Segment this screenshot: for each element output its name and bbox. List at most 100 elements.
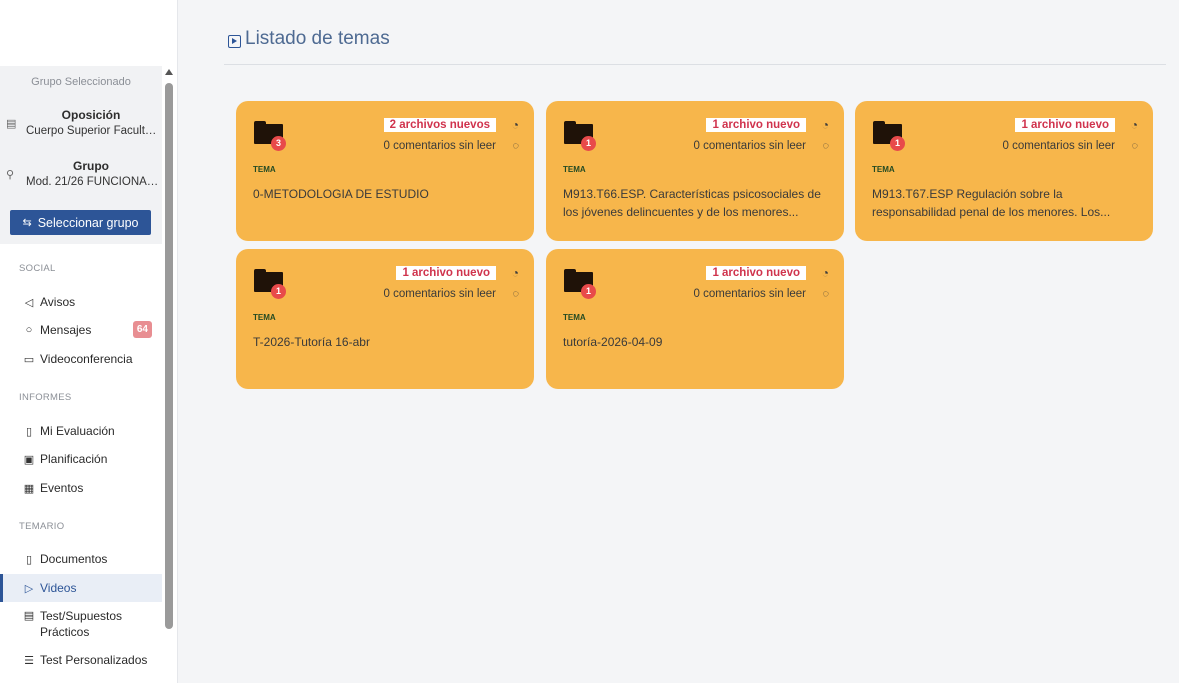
sidebar-item-label: Test Personalizados: [40, 653, 148, 667]
sidebar-item-videos[interactable]: ▷ Videos: [0, 574, 162, 602]
unread-comments-label: 0 comentarios sin leer: [383, 140, 497, 152]
select-group-button[interactable]: ⇆ Seleccionar grupo: [10, 210, 151, 235]
topic-tag: TEMA: [253, 165, 276, 174]
section-informes: INFORMES: [19, 392, 72, 403]
folder-icon: 1: [254, 269, 286, 299]
unread-comments-label: 0 comentarios sin leer: [693, 288, 807, 300]
topic-card[interactable]: 1 1 archivo nuevo ◔ 0 comentarios sin le…: [855, 101, 1153, 241]
topic-title: 0-METODOLOGIA DE ESTUDIO: [253, 187, 429, 201]
new-files-label: 1 archivo nuevo: [706, 266, 806, 280]
megaphone-icon: ◁: [24, 296, 34, 309]
oposicion-value: Cuerpo Superior Facultativo de Instituci…: [26, 125, 162, 137]
grupo-label: Grupo: [73, 159, 109, 173]
topic-title: M913.T67.ESP Regulación sobre la respons…: [872, 187, 1111, 219]
new-files-label: 1 archivo nuevo: [396, 266, 496, 280]
folder-icon: 1: [564, 121, 596, 151]
file-count-badge: 1: [890, 136, 905, 151]
sidebar-item-label: Planificación: [40, 452, 108, 466]
sidebar-item-test-supuestos[interactable]: ▤ Test/Supuestos Prácticos: [0, 606, 162, 640]
topic-card[interactable]: 3 2 archivos nuevos ◔ 0 comentarios sin …: [236, 101, 534, 241]
sidebar-item-label: Eventos: [40, 481, 84, 495]
play-box-icon: ▷: [24, 582, 34, 595]
sidebar-item-mensajes[interactable]: ○ Mensajes 64: [0, 316, 162, 344]
sidebar-item-avisos[interactable]: ◁ Avisos: [0, 288, 162, 316]
sidebar-item-test-personalizados[interactable]: ☰ Test Personalizados: [0, 646, 162, 674]
sidebar-item-eventos[interactable]: ▦ Eventos: [0, 474, 162, 502]
new-files-label: 1 archivo nuevo: [1015, 118, 1115, 132]
folder-icon: 1: [873, 121, 905, 151]
topic-tag: TEMA: [872, 165, 895, 174]
document-icon: ▤: [6, 118, 17, 130]
topic-card[interactable]: 1 1 archivo nuevo ◔ 0 comentarios sin le…: [546, 101, 844, 241]
topic-tag: TEMA: [563, 313, 586, 322]
scroll-thumb[interactable]: [165, 83, 173, 629]
hierarchy-icon: ⚲: [6, 169, 15, 181]
page-title: Listado de temas: [245, 28, 390, 49]
selected-group-panel: Grupo Seleccionado ▤ Oposición Cuerpo Su…: [0, 66, 162, 244]
topic-title: tutoría-2026-04-09: [563, 335, 663, 349]
sidebar-logo-area: [0, 0, 177, 66]
flame-icon: ◔: [511, 118, 519, 132]
document-icon: ▯: [25, 425, 33, 438]
comments-icon: ◌: [1131, 140, 1138, 152]
file-count-badge: 1: [581, 136, 596, 151]
grupo-row: ⚲ Grupo Mod. 21/26 FUNCIONARIOS: [0, 159, 162, 188]
document-icon: ▯: [25, 553, 33, 566]
unread-comments-label: 0 comentarios sin leer: [693, 140, 807, 152]
select-group-label: Seleccionar grupo: [37, 215, 139, 230]
topic-card[interactable]: 1 1 archivo nuevo ◔ 0 comentarios sin le…: [236, 249, 534, 389]
clipboard-icon: ▤: [23, 610, 35, 622]
topic-title: M913.T66.ESP. Características psicosocia…: [563, 187, 821, 219]
selected-group-title: Grupo Seleccionado: [31, 76, 131, 88]
oposicion-row: ▤ Oposición Cuerpo Superior Facultativo …: [0, 108, 162, 137]
unread-comments-label: 0 comentarios sin leer: [383, 288, 497, 300]
folder-icon: 1: [564, 269, 596, 299]
planner-icon: ▣: [23, 453, 35, 466]
comments-icon: ◌: [512, 140, 519, 152]
topic-tag: TEMA: [563, 165, 586, 174]
flame-icon: ◔: [511, 266, 519, 280]
page-header: Listado de temas: [224, 28, 1166, 65]
file-count-badge: 1: [581, 284, 596, 299]
folder-icon: 3: [254, 121, 286, 151]
new-files-label: 1 archivo nuevo: [706, 118, 806, 132]
play-box-icon: [228, 35, 241, 48]
unread-badge: 64: [132, 321, 152, 338]
sidebar-item-label: Videos: [40, 581, 77, 595]
chat-bubble-icon: ○: [25, 324, 33, 336]
sidebar-item-documentos[interactable]: ▯ Documentos: [0, 545, 162, 573]
comments-icon: ◌: [822, 140, 829, 152]
sidebar-item-label: Test/Supuestos Prácticos: [40, 609, 123, 639]
comments-icon: ◌: [512, 288, 519, 300]
oposicion-label: Oposición: [61, 108, 121, 122]
unread-comments-label: 0 comentarios sin leer: [1002, 140, 1116, 152]
sidebar-item-label: Avisos: [40, 295, 76, 309]
grupo-value: Mod. 21/26 FUNCIONARIOS: [26, 176, 162, 188]
flame-icon: ◔: [821, 266, 829, 280]
file-count-badge: 1: [271, 284, 286, 299]
topic-card[interactable]: 1 1 archivo nuevo ◔ 0 comentarios sin le…: [546, 249, 844, 389]
section-temario: TEMARIO: [19, 521, 65, 532]
sidebar: Grupo Seleccionado ▤ Oposición Cuerpo Su…: [0, 0, 178, 683]
list-icon: ☰: [24, 654, 34, 667]
calendar-icon: ▦: [23, 482, 35, 495]
scroll-up-arrow-icon[interactable]: [165, 69, 173, 75]
sidebar-item-label: Mi Evaluación: [40, 424, 115, 438]
sidebar-item-videoconferencia[interactable]: ▭ Videoconferencia: [0, 345, 162, 373]
sidebar-item-label: Videoconferencia: [40, 352, 133, 366]
flame-icon: ◔: [1130, 118, 1138, 132]
comments-icon: ◌: [822, 288, 829, 300]
video-camera-icon: ▭: [23, 353, 35, 366]
swap-icon: ⇆: [22, 217, 32, 229]
sidebar-item-label: Mensajes: [40, 323, 92, 337]
flame-icon: ◔: [821, 118, 829, 132]
sidebar-item-label: Documentos: [40, 552, 108, 566]
topic-title: T-2026-Tutoría 16-abr: [253, 335, 370, 349]
file-count-badge: 3: [271, 136, 286, 151]
section-social: SOCIAL: [19, 263, 56, 274]
sidebar-item-mi-evaluacion[interactable]: ▯ Mi Evaluación: [0, 417, 162, 445]
topic-tag: TEMA: [253, 313, 276, 322]
sidebar-item-planificacion[interactable]: ▣ Planificación: [0, 445, 162, 473]
sidebar-scrollbar[interactable]: [163, 66, 175, 683]
new-files-label: 2 archivos nuevos: [383, 118, 496, 132]
